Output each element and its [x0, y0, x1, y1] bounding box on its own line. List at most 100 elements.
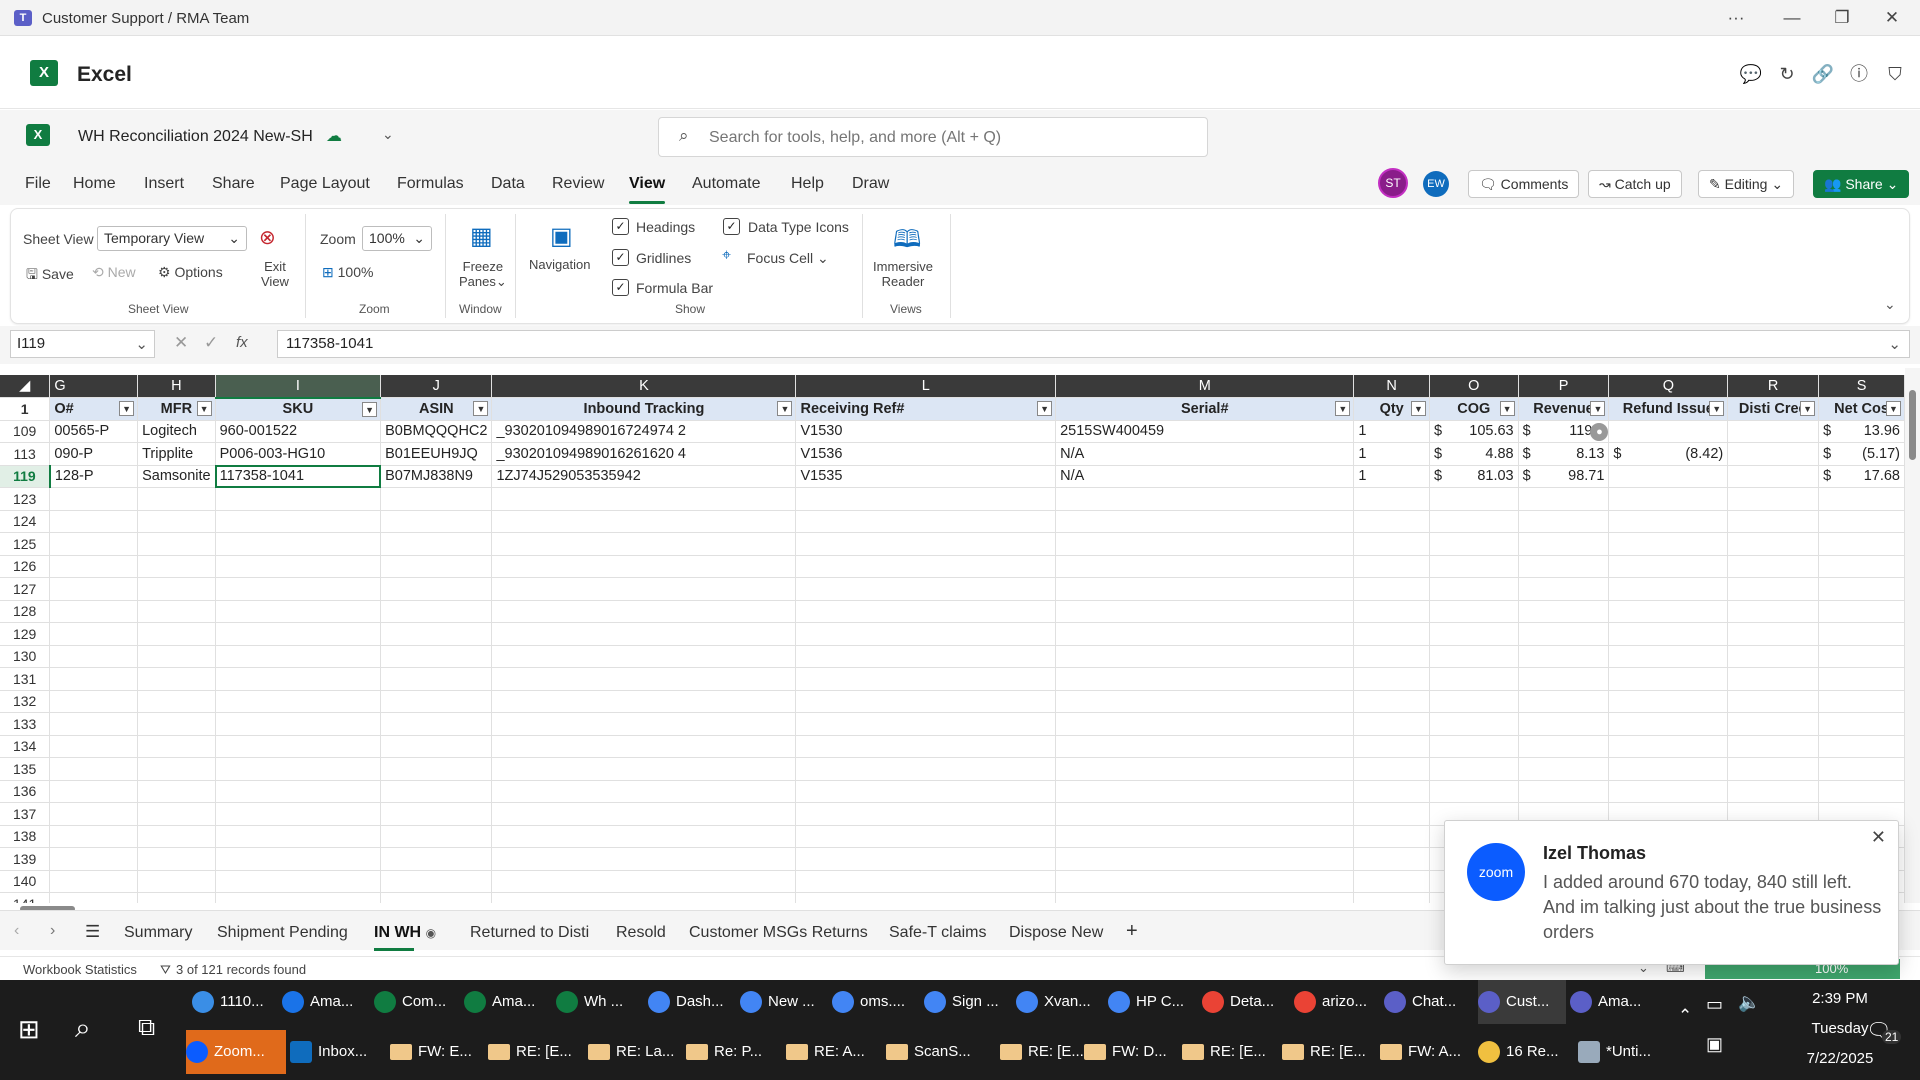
taskbar-window-button[interactable]: RE: [E...: [488, 1030, 584, 1074]
empty-cell[interactable]: [1608, 757, 1729, 781]
empty-cell[interactable]: [137, 555, 216, 578]
empty-cell[interactable]: [380, 645, 493, 668]
filter-dropdown-icon[interactable]: ▼: [1886, 401, 1901, 416]
empty-cell[interactable]: [491, 780, 797, 803]
empty-cell[interactable]: [215, 600, 382, 623]
empty-cell[interactable]: [49, 847, 139, 871]
empty-cell[interactable]: [1727, 690, 1820, 713]
cell-net-cost[interactable]: $13.96: [1818, 420, 1905, 443]
empty-cell[interactable]: [1429, 645, 1519, 668]
empty-cell[interactable]: [380, 690, 493, 713]
empty-cell[interactable]: [49, 577, 139, 601]
tab-help[interactable]: Help: [791, 175, 824, 193]
cell-inbound-tracking[interactable]: _930201094989016724974 2: [491, 420, 797, 443]
empty-cell[interactable]: [795, 780, 1057, 803]
taskbar-window-button[interactable]: Re: P...: [686, 1030, 782, 1074]
insert-function-icon[interactable]: fx: [236, 334, 248, 351]
empty-cell[interactable]: [215, 510, 382, 533]
row-header[interactable]: 135: [0, 757, 51, 781]
empty-cell[interactable]: [380, 600, 493, 623]
focus-cell-button[interactable]: Focus Cell ⌄: [747, 250, 829, 267]
empty-cell[interactable]: [1353, 892, 1430, 903]
row-header[interactable]: 1: [0, 397, 51, 421]
empty-cell[interactable]: [215, 532, 382, 556]
search-input[interactable]: [709, 126, 1189, 150]
select-all-corner[interactable]: ◢: [0, 375, 51, 398]
taskbar-window-button[interactable]: Inbox...: [290, 1030, 386, 1074]
taskbar-app-button[interactable]: arizo...: [1294, 980, 1380, 1024]
empty-cell[interactable]: [215, 802, 382, 826]
cell-disti-cred[interactable]: [1727, 465, 1820, 488]
filter-dropdown-icon[interactable]: ▼: [1709, 401, 1725, 416]
empty-cell[interactable]: [215, 870, 382, 893]
empty-cell[interactable]: [1353, 645, 1430, 668]
exit-view-icon[interactable]: ⊗: [259, 225, 276, 250]
taskbar-app-button[interactable]: Deta...: [1202, 980, 1290, 1024]
taskbar-window-button[interactable]: RE: A...: [786, 1030, 882, 1074]
empty-cell[interactable]: [1727, 645, 1820, 668]
cell-asin[interactable]: B01EEUH9JQ: [380, 442, 493, 466]
chevron-up-icon[interactable]: ⌃: [1678, 1006, 1692, 1026]
empty-cell[interactable]: [1055, 510, 1355, 533]
volume-icon[interactable]: 🔈: [1738, 992, 1760, 1013]
empty-cell[interactable]: [1608, 780, 1729, 803]
sheet-tab-customer-msgs-returns[interactable]: Customer MSGs Returns: [689, 924, 868, 942]
empty-cell[interactable]: [49, 532, 139, 556]
empty-cell[interactable]: [1055, 622, 1355, 646]
empty-cell[interactable]: [1353, 555, 1430, 578]
empty-cell[interactable]: [795, 735, 1057, 758]
tab-insert[interactable]: Insert: [144, 175, 184, 193]
vertical-scrollbar[interactable]: [1905, 368, 1920, 903]
taskbar-window-button[interactable]: RE: [E...: [1282, 1030, 1376, 1074]
filter-dropdown-icon[interactable]: ▼: [196, 401, 212, 416]
cell-serial[interactable]: N/A: [1055, 442, 1355, 466]
empty-cell[interactable]: [491, 555, 797, 578]
exit-view-button[interactable]: Exit View: [261, 259, 289, 289]
empty-cell[interactable]: [1353, 600, 1430, 623]
empty-cell[interactable]: [1608, 510, 1729, 533]
empty-cell[interactable]: [380, 735, 493, 758]
empty-cell[interactable]: [1608, 690, 1729, 713]
empty-cell[interactable]: [1518, 780, 1610, 803]
cell-net-cost[interactable]: $ (5.17): [1818, 442, 1905, 466]
network-icon[interactable]: ▣: [1706, 1034, 1723, 1055]
cell-sku-active[interactable]: 117358-1041: [215, 465, 382, 488]
empty-cell[interactable]: [491, 735, 797, 758]
empty-cell[interactable]: [491, 802, 797, 826]
taskbar-app-button[interactable]: oms....: [832, 980, 920, 1024]
empty-cell[interactable]: [380, 532, 493, 556]
empty-cell[interactable]: [215, 690, 382, 713]
column-header[interactable]: G: [49, 375, 139, 398]
header-cell-mfr[interactable]: MFR ▼: [137, 397, 216, 421]
empty-cell[interactable]: [49, 802, 139, 826]
empty-cell[interactable]: [137, 712, 216, 736]
header-cell-inbound-tracking[interactable]: Inbound Tracking ▼: [491, 397, 797, 421]
filter-dropdown-icon[interactable]: ▼: [1410, 401, 1426, 416]
row-header[interactable]: 113: [0, 442, 51, 466]
empty-cell[interactable]: [491, 690, 797, 713]
shield-icon[interactable]: ⛉: [1882, 61, 1908, 87]
sheet-tab-safe-t-claims[interactable]: Safe-T claims: [889, 924, 987, 942]
chat-icon[interactable]: 💬: [1738, 61, 1764, 87]
empty-cell[interactable]: [137, 645, 216, 668]
cell-serial[interactable]: 2515SW400459: [1055, 420, 1355, 443]
empty-cell[interactable]: [137, 600, 216, 623]
immersive-reader-icon[interactable]: 🕮: [893, 222, 921, 263]
all-sheets-menu-icon[interactable]: ☰: [85, 922, 100, 942]
empty-cell[interactable]: [1818, 510, 1905, 533]
empty-cell[interactable]: [1608, 622, 1729, 646]
empty-cell[interactable]: [1429, 622, 1519, 646]
filter-dropdown-icon[interactable]: ▼: [1590, 401, 1606, 416]
empty-cell[interactable]: [1608, 555, 1729, 578]
empty-cell[interactable]: [491, 712, 797, 736]
tab-formulas[interactable]: Formulas: [397, 175, 464, 193]
empty-cell[interactable]: [49, 870, 139, 893]
empty-cell[interactable]: [1727, 600, 1820, 623]
taskbar-app-button[interactable]: Ama...: [464, 980, 552, 1024]
empty-cell[interactable]: [49, 712, 139, 736]
empty-cell[interactable]: [49, 892, 139, 903]
freeze-panes-icon[interactable]: ▦: [470, 222, 493, 251]
empty-cell[interactable]: [795, 757, 1057, 781]
empty-cell[interactable]: [491, 600, 797, 623]
catch-up-button[interactable]: ↝ Catch up: [1588, 170, 1682, 198]
